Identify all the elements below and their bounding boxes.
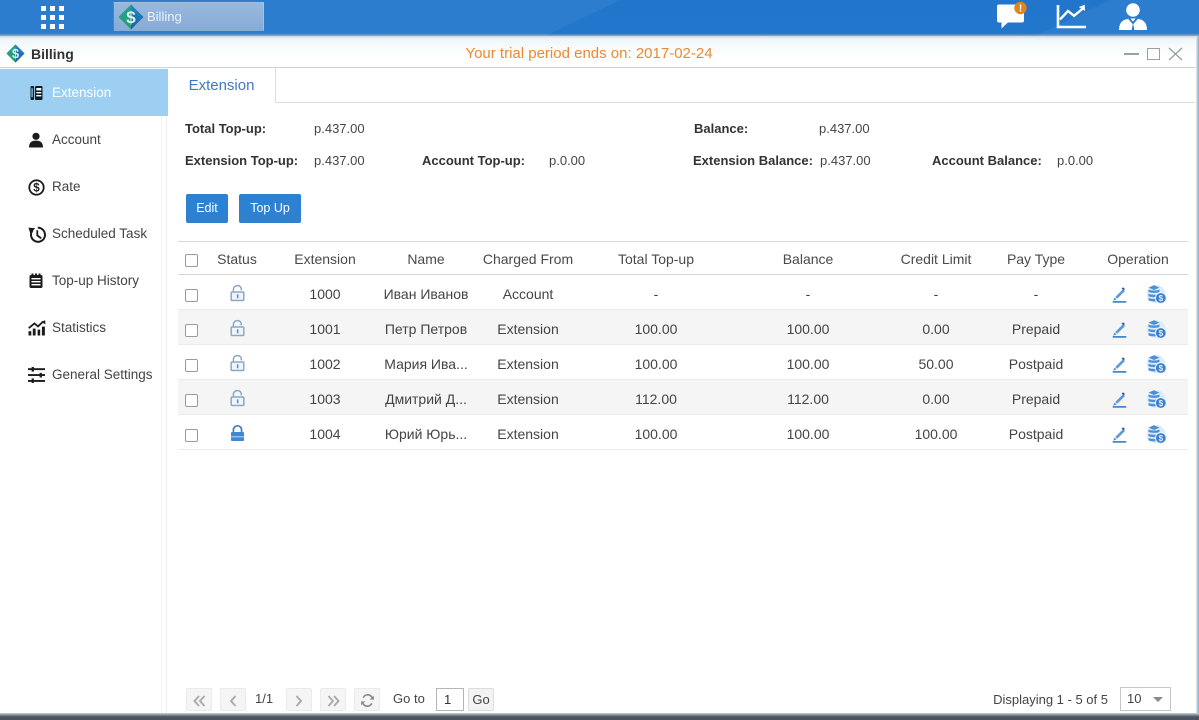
svg-text:!: ! (1019, 4, 1022, 15)
svg-text:$: $ (33, 182, 40, 194)
svg-text:$: $ (1159, 364, 1164, 373)
svg-text:$: $ (1159, 294, 1164, 303)
svg-text:$: $ (1159, 329, 1164, 338)
svg-text:$: $ (126, 8, 136, 27)
svg-text:$: $ (1159, 399, 1164, 408)
svg-text:$: $ (12, 47, 19, 61)
svg-text:$: $ (1159, 434, 1164, 443)
